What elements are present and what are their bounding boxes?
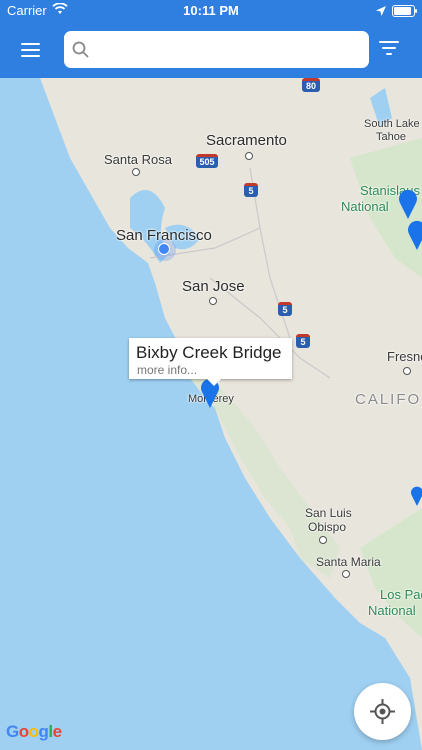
my-location-button[interactable] bbox=[354, 683, 411, 740]
battery-icon bbox=[392, 5, 415, 17]
city-santa-maria: Santa Maria bbox=[316, 555, 381, 569]
status-time: 10:11 PM bbox=[183, 3, 239, 18]
park-los-padres-1: Los Pad bbox=[380, 587, 422, 602]
park-los-padres-2: National bbox=[368, 603, 416, 618]
city-san-luis-1: San Luis bbox=[305, 506, 352, 520]
interstate-shield: 80 bbox=[302, 78, 320, 92]
map-view[interactable]: Sacramento Santa Rosa San Francisco San … bbox=[0, 78, 422, 750]
search-icon bbox=[72, 41, 90, 64]
city-dot bbox=[403, 367, 411, 375]
my-location-icon bbox=[370, 699, 395, 724]
city-san-luis-2: Obispo bbox=[308, 520, 347, 534]
city-santa-rosa: Santa Rosa bbox=[104, 152, 172, 167]
callout-more-info[interactable]: more info... bbox=[137, 363, 197, 377]
current-location-dot bbox=[154, 239, 176, 261]
google-logo: Google bbox=[6, 722, 62, 741]
search-input[interactable] bbox=[98, 31, 362, 70]
region-label: CALIFO bbox=[355, 391, 422, 408]
menu-icon[interactable] bbox=[18, 38, 48, 62]
search-bar[interactable] bbox=[64, 31, 369, 70]
city-dot bbox=[245, 152, 253, 160]
filter-icon[interactable] bbox=[378, 40, 402, 60]
city-dot bbox=[132, 168, 140, 176]
interstate-shield: 5 bbox=[278, 302, 292, 316]
status-bar: Carrier 10:11 PM bbox=[0, 0, 422, 22]
park-stanislaus-2: National bbox=[341, 199, 389, 214]
city-dot bbox=[319, 536, 327, 544]
battery-tip bbox=[415, 9, 417, 13]
interstate-shield: 5 bbox=[244, 183, 258, 197]
city-south-lake: South Lake bbox=[364, 118, 420, 130]
pin-callout[interactable]: Bixby Creek Bridge more info... bbox=[129, 338, 292, 386]
city-fresno: Fresno bbox=[387, 349, 422, 364]
city-tahoe: Tahoe bbox=[376, 131, 406, 143]
city-sacramento: Sacramento bbox=[206, 132, 287, 149]
city-san-jose: San Jose bbox=[182, 278, 245, 295]
interstate-shield: 505 bbox=[196, 154, 218, 168]
interstate-shield: 5 bbox=[296, 334, 310, 348]
city-dot bbox=[342, 570, 350, 578]
city-dot bbox=[209, 297, 217, 305]
map-terrain bbox=[0, 78, 422, 750]
callout-title: Bixby Creek Bridge bbox=[136, 343, 282, 362]
top-toolbar bbox=[0, 22, 422, 78]
location-arrow-icon bbox=[376, 4, 386, 19]
